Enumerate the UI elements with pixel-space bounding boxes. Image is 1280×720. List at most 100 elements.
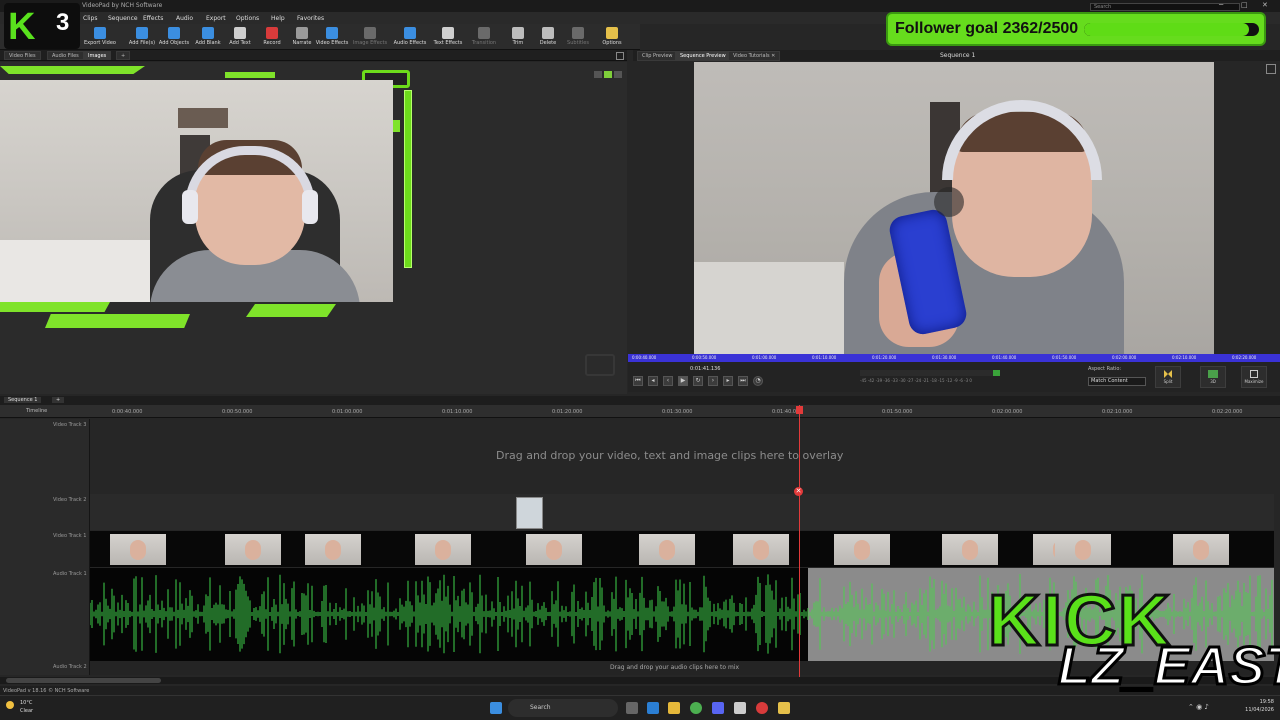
aspect-ratio-select[interactable]: Match Content bbox=[1088, 377, 1146, 386]
menu-clips[interactable]: Clips bbox=[83, 15, 97, 22]
clock-time[interactable]: 19:58 bbox=[1240, 699, 1274, 705]
close-button[interactable]: ✕ bbox=[1262, 1, 1268, 9]
bin-tabs: Video Files Audio Files Images + bbox=[0, 50, 627, 61]
video-clip-thumbnail[interactable] bbox=[110, 534, 166, 565]
toolbar-button[interactable]: Image Effects bbox=[350, 26, 390, 50]
track-name: Video Track 1 bbox=[53, 533, 87, 539]
sequence-preview-video[interactable] bbox=[694, 62, 1214, 354]
chrome-icon[interactable] bbox=[690, 702, 702, 714]
bin-view-icons[interactable] bbox=[592, 63, 622, 82]
add-bin-tab-button[interactable]: + bbox=[116, 51, 131, 60]
video-clip-thumbnail[interactable] bbox=[225, 534, 281, 565]
video-clip-thumbnail[interactable] bbox=[1173, 534, 1229, 565]
volume-icon[interactable]: ◔ bbox=[753, 376, 763, 386]
edge-icon[interactable] bbox=[647, 702, 659, 714]
timeline-ruler[interactable]: 0:00:40.000 0:00:50.000 0:01:00.000 0:01:10… bbox=[0, 405, 1280, 418]
playhead-handle[interactable] bbox=[796, 406, 803, 414]
step-back-button[interactable]: ◂ bbox=[648, 376, 658, 386]
toolbar-button[interactable]: Export Video bbox=[80, 26, 120, 50]
toolbar-button[interactable]: Options bbox=[592, 26, 632, 50]
prev-frame-button[interactable]: ‹ bbox=[663, 376, 673, 386]
loop-button[interactable]: ↻ bbox=[693, 376, 703, 386]
toolbar-button[interactable]: Audio Effects bbox=[390, 26, 430, 50]
ruler-tick-label: 0:01:00.000 bbox=[332, 409, 363, 415]
toolbar-button[interactable]: Text Effects bbox=[428, 26, 468, 50]
tab-audio-files[interactable]: Audio Files bbox=[47, 51, 84, 60]
menu-favorites[interactable]: Favorites bbox=[297, 15, 324, 22]
taskbar-search[interactable]: Search bbox=[508, 699, 618, 717]
tab-sequence-preview[interactable]: Sequence Preview bbox=[675, 51, 731, 61]
ruler-tick-label: 0:01:10.000 bbox=[812, 355, 837, 360]
play-overlay-icon[interactable] bbox=[934, 187, 964, 217]
3d-button[interactable]: 3D bbox=[1200, 366, 1226, 388]
task-view-icon[interactable] bbox=[626, 702, 638, 714]
toolbar-button-label: Delete bbox=[539, 40, 557, 46]
toolbar-icon bbox=[364, 27, 376, 39]
discord-icon[interactable] bbox=[712, 702, 724, 714]
frame-decoration bbox=[225, 72, 275, 78]
videopad-icon[interactable] bbox=[778, 702, 790, 714]
video-track-1[interactable] bbox=[90, 531, 1274, 567]
split-marker-icon[interactable]: ✕ bbox=[794, 487, 803, 496]
tab-video-tutorials[interactable]: Video Tutorials ✕ bbox=[728, 51, 781, 61]
menu-help[interactable]: Help bbox=[271, 15, 285, 22]
video-track-2[interactable] bbox=[90, 494, 1274, 530]
audio-drop-hint: Drag and drop your audio clips here to m… bbox=[610, 664, 740, 671]
video-clip-thumbnail[interactable] bbox=[415, 534, 471, 565]
video-clip-thumbnail[interactable] bbox=[639, 534, 695, 565]
expand-icon[interactable] bbox=[616, 52, 624, 60]
play-button[interactable]: ▶ bbox=[678, 376, 688, 386]
menu-export[interactable]: Export bbox=[206, 15, 226, 22]
preview-ruler[interactable]: 0:00:40.000 0:00:50.000 0:01:00.000 0:01:10… bbox=[628, 354, 1280, 362]
obs-icon[interactable] bbox=[756, 702, 768, 714]
video-clip-thumbnail[interactable] bbox=[942, 534, 998, 565]
video-clip-thumbnail[interactable] bbox=[1055, 534, 1111, 565]
webcam-feed bbox=[0, 80, 393, 302]
tab-images[interactable]: Images bbox=[83, 51, 112, 60]
menu-audio[interactable]: Audio bbox=[176, 15, 193, 22]
weather-icon[interactable] bbox=[6, 701, 14, 709]
video-clip-thumbnail[interactable] bbox=[733, 534, 789, 565]
tab-sequence-1[interactable]: Sequence 1 bbox=[4, 397, 42, 403]
skip-end-button[interactable]: ⏭ bbox=[738, 376, 748, 386]
add-sequence-button[interactable]: + bbox=[52, 397, 65, 403]
follower-goal-bar bbox=[1084, 23, 1259, 36]
store-icon[interactable] bbox=[734, 702, 746, 714]
clock-date[interactable]: 11/04/2026 bbox=[1240, 707, 1274, 713]
menu-effects[interactable]: Effects bbox=[143, 15, 163, 22]
search-input[interactable]: Search bbox=[1090, 3, 1240, 11]
step-forward-button[interactable]: ▸ bbox=[723, 376, 733, 386]
video-clip-thumbnail[interactable] bbox=[305, 534, 361, 565]
maximize-preview-button[interactable]: Maximize bbox=[1241, 366, 1267, 388]
skip-start-button[interactable]: ⏮ bbox=[633, 376, 643, 386]
menu-options[interactable]: Options bbox=[236, 15, 259, 22]
tab-clip-preview[interactable]: Clip Preview bbox=[637, 51, 678, 61]
toolbar-button[interactable]: Video Effects bbox=[312, 26, 352, 50]
toolbar-button-label: Subtitles bbox=[567, 40, 589, 46]
weather-temp[interactable]: 10°C bbox=[20, 700, 32, 706]
next-frame-button[interactable]: › bbox=[708, 376, 718, 386]
video-clip-thumbnail[interactable] bbox=[526, 534, 582, 565]
tab-video-files[interactable]: Video Files bbox=[4, 51, 41, 60]
track-header-video-2: Video Track 2 bbox=[0, 494, 90, 530]
toolbar-button-label: Transition bbox=[471, 40, 497, 46]
video-clip-thumbnail[interactable] bbox=[834, 534, 890, 565]
image-clip[interactable] bbox=[516, 497, 543, 529]
playhead[interactable] bbox=[799, 405, 800, 680]
scrollbar-thumb[interactable] bbox=[6, 678, 161, 683]
ruler-tick-label: 0:01:00.000 bbox=[752, 355, 777, 360]
ruler-tick-label: 0:01:30.000 bbox=[932, 355, 957, 360]
file-explorer-icon[interactable] bbox=[668, 702, 680, 714]
toolbar-button-label: Record bbox=[263, 40, 281, 46]
fullscreen-icon[interactable] bbox=[1266, 64, 1276, 74]
menu-sequence[interactable]: Sequence bbox=[108, 15, 138, 22]
weather-desc[interactable]: Clear bbox=[20, 708, 33, 714]
toolbar-icon bbox=[296, 27, 308, 39]
windows-start-icon[interactable] bbox=[490, 702, 502, 714]
system-tray-icons[interactable]: ⌃ ◉ ♪ bbox=[1188, 703, 1209, 711]
ruler-tick-label: 0:02:20.000 bbox=[1212, 409, 1243, 415]
minimize-button[interactable]: ─ bbox=[1219, 1, 1223, 9]
3d-label: 3D bbox=[1210, 379, 1216, 384]
maximize-button[interactable]: □ bbox=[1241, 1, 1248, 9]
split-button[interactable]: Split bbox=[1155, 366, 1181, 388]
